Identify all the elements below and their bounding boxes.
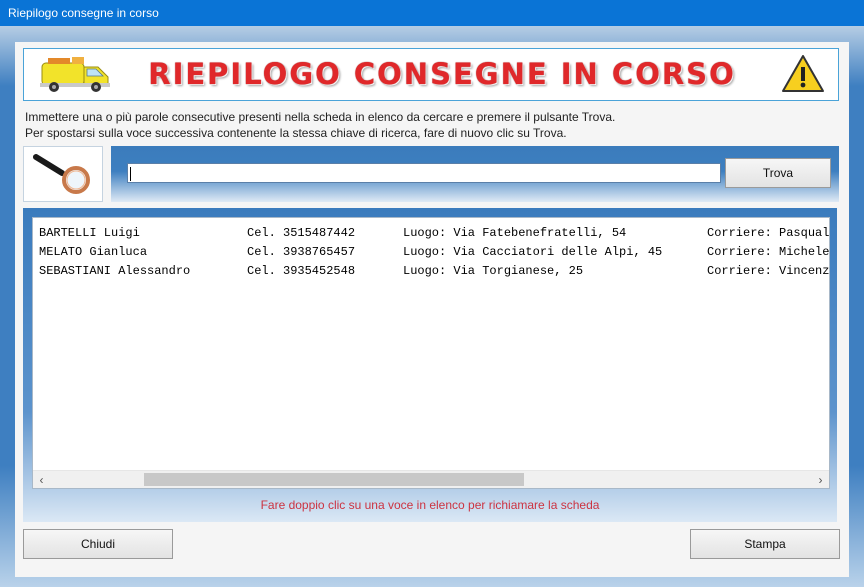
- results-list[interactable]: BARTELLI Luigi Cel. 3515487442 Luogo: Vi…: [32, 217, 830, 489]
- results-frame: BARTELLI Luigi Cel. 3515487442 Luogo: Vi…: [23, 208, 837, 522]
- item-name: MELATO Gianluca: [39, 245, 148, 259]
- scroll-left-icon[interactable]: ‹: [33, 471, 50, 488]
- title-bar: Riepilogo consegne in corso: [0, 0, 864, 26]
- warning-icon: [782, 55, 824, 92]
- item-name: SEBASTIANI Alessandro: [39, 264, 191, 278]
- instruction-line-2: Per spostarsi sulla voce successiva cont…: [25, 126, 567, 140]
- text-caret: [130, 167, 131, 181]
- item-place: Luogo: Via Torgianese, 25: [403, 264, 584, 278]
- item-place: Luogo: Via Cacciatori delle Alpi, 45: [403, 245, 663, 259]
- header-banner: RIEPILOGO CONSEGNE IN CORSO: [23, 48, 839, 101]
- item-courier: Corriere: Pasqual: [707, 226, 830, 240]
- item-name: BARTELLI Luigi: [39, 226, 140, 240]
- search-input[interactable]: [127, 163, 721, 183]
- window-client: RIEPILOGO CONSEGNE IN CORSO Immettere un…: [0, 26, 864, 587]
- magnifier-icon: [33, 154, 90, 194]
- double-click-hint: Fare doppio clic su una voce in elenco p…: [260, 498, 600, 512]
- search-icon-box: [23, 146, 103, 202]
- scroll-right-icon[interactable]: ›: [812, 471, 829, 488]
- horizontal-scrollbar[interactable]: ‹ ›: [33, 470, 829, 488]
- item-phone: Cel. 3935452548: [247, 264, 356, 278]
- instruction-line-1: Immettere una o più parole consecutive p…: [25, 110, 616, 124]
- search-bar: Trova: [111, 146, 839, 202]
- scrollbar-thumb[interactable]: [144, 473, 524, 486]
- print-button[interactable]: Stampa: [690, 529, 840, 559]
- delivery-van-icon: [32, 55, 116, 95]
- item-phone: Cel. 3938765457: [247, 245, 356, 259]
- find-button[interactable]: Trova: [725, 158, 831, 188]
- main-panel: RIEPILOGO CONSEGNE IN CORSO Immettere un…: [15, 42, 849, 577]
- item-courier: Corriere: Michele: [707, 245, 830, 259]
- item-courier: Corriere: Vincenz: [707, 264, 830, 278]
- close-button[interactable]: Chiudi: [23, 529, 173, 559]
- item-phone: Cel. 3515487442: [247, 226, 356, 240]
- banner-title: RIEPILOGO CONSEGNE IN CORSO: [148, 57, 736, 91]
- window-title: Riepilogo consegne in corso: [8, 6, 159, 20]
- item-place: Luogo: Via Fatebenefratelli, 54: [403, 226, 627, 240]
